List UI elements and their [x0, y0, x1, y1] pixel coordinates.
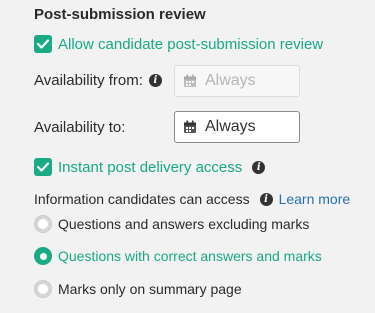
allow-review-row[interactable]: Allow candidate post-submission review: [34, 35, 323, 53]
availability-from-label: Availability from:: [34, 72, 143, 89]
calendar-icon: [184, 120, 196, 133]
instant-access-checkbox[interactable]: [34, 158, 52, 176]
option-label: Questions with correct answers and marks: [58, 248, 322, 264]
availability-to-label: Availability to:: [34, 119, 126, 136]
option-label: Questions and answers excluding marks: [58, 216, 310, 232]
availability-from-input: Always: [174, 65, 300, 97]
info-icon[interactable]: i: [252, 160, 266, 174]
option-row[interactable]: Questions and answers excluding marks: [34, 215, 309, 233]
option-row[interactable]: Questions with correct answers and marks: [34, 247, 322, 265]
radio-button[interactable]: [34, 280, 52, 298]
info-access-row: Information candidates can access i Lear…: [34, 191, 350, 207]
allow-review-checkbox[interactable]: [34, 35, 52, 53]
allow-review-label: Allow candidate post-submission review: [58, 35, 324, 53]
info-access-label: Information candidates can access: [34, 191, 250, 207]
info-icon[interactable]: i: [148, 74, 162, 87]
instant-access-label: Instant post delivery access: [58, 158, 243, 176]
calendar-icon: [184, 74, 196, 87]
instant-access-row[interactable]: Instant post delivery access i: [34, 158, 266, 176]
availability-to-row: Availability to:: [34, 119, 125, 136]
availability-from-value: Always: [205, 72, 256, 89]
section-title: Post-submission review: [34, 6, 206, 23]
availability-from-row: Availability from: i: [34, 72, 162, 89]
post-submission-review-panel: Post-submission review Allow candidate p…: [0, 0, 375, 313]
option-label: Marks only on summary page: [58, 281, 242, 297]
check-icon: [37, 162, 49, 172]
check-icon: [37, 39, 49, 49]
option-row[interactable]: Marks only on summary page: [34, 280, 242, 298]
availability-to-value: Always: [205, 118, 256, 135]
radio-button[interactable]: [34, 215, 52, 233]
radio-button-selected[interactable]: [34, 247, 52, 265]
learn-more-link[interactable]: Learn more: [279, 191, 351, 207]
info-icon[interactable]: i: [259, 192, 273, 206]
availability-to-input[interactable]: Always: [174, 111, 300, 143]
